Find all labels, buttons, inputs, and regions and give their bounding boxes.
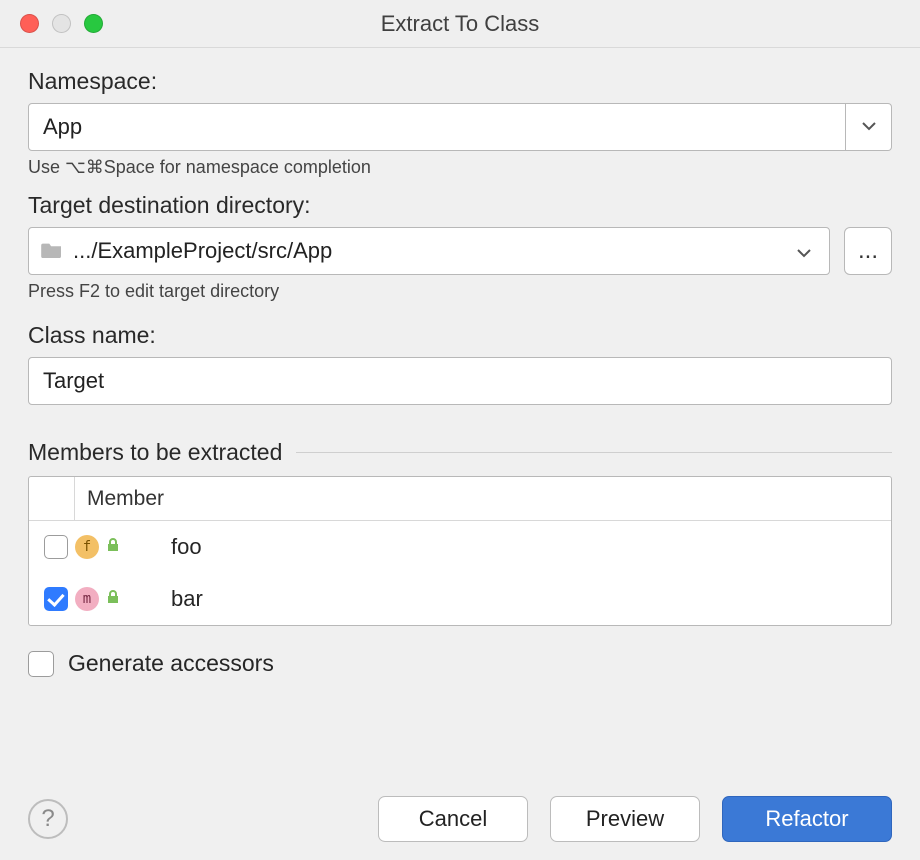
table-row[interactable]: f foo <box>29 521 891 573</box>
directory-path: .../ExampleProject/src/App <box>73 238 332 264</box>
class-name-label: Class name: <box>28 322 892 349</box>
browse-directory-button[interactable]: ... <box>844 227 892 275</box>
chevron-down-icon <box>797 238 811 264</box>
members-table-body: f foo m bar <box>29 521 891 625</box>
generate-accessors-label: Generate accessors <box>68 650 274 677</box>
window-controls <box>20 14 103 33</box>
help-button[interactable]: ? <box>28 799 68 839</box>
generate-accessors-row[interactable]: Generate accessors <box>28 650 892 677</box>
namespace-input[interactable] <box>28 103 846 151</box>
chevron-down-icon <box>862 118 876 136</box>
section-divider <box>296 452 892 453</box>
namespace-label: Namespace: <box>28 68 892 95</box>
minimize-window-button[interactable] <box>52 14 71 33</box>
member-name: foo <box>135 534 202 560</box>
member-checkbox[interactable] <box>44 587 68 611</box>
dialog-footer: ? Cancel Preview Refactor <box>28 796 892 842</box>
members-table: Member f foo m bar <box>28 476 892 626</box>
folder-icon <box>41 238 63 264</box>
members-section-header: Members to be extracted <box>28 439 892 466</box>
directory-hint: Press F2 to edit target directory <box>28 281 892 302</box>
visibility-icon <box>105 537 121 558</box>
members-table-header: Member <box>29 477 891 521</box>
directory-combobox[interactable]: .../ExampleProject/src/App <box>28 227 830 275</box>
namespace-hint: Use ⌥⌘Space for namespace completion <box>28 157 892 178</box>
member-kind-icon: f <box>75 535 99 559</box>
member-kind-icon: m <box>75 587 99 611</box>
table-row[interactable]: m bar <box>29 573 891 625</box>
generate-accessors-checkbox[interactable] <box>28 651 54 677</box>
window-title: Extract To Class <box>0 11 920 37</box>
member-name: bar <box>135 586 203 612</box>
cancel-button[interactable]: Cancel <box>378 796 528 842</box>
checkbox-column-header <box>29 477 75 520</box>
directory-label: Target destination directory: <box>28 192 892 219</box>
members-section-title: Members to be extracted <box>28 439 282 466</box>
member-column-header: Member <box>75 477 891 520</box>
class-name-input[interactable] <box>28 357 892 405</box>
refactor-button[interactable]: Refactor <box>722 796 892 842</box>
title-bar: Extract To Class <box>0 0 920 48</box>
namespace-combobox[interactable] <box>28 103 892 151</box>
zoom-window-button[interactable] <box>84 14 103 33</box>
close-window-button[interactable] <box>20 14 39 33</box>
visibility-icon <box>105 589 121 610</box>
member-checkbox[interactable] <box>44 535 68 559</box>
preview-button[interactable]: Preview <box>550 796 700 842</box>
namespace-dropdown-button[interactable] <box>846 103 892 151</box>
